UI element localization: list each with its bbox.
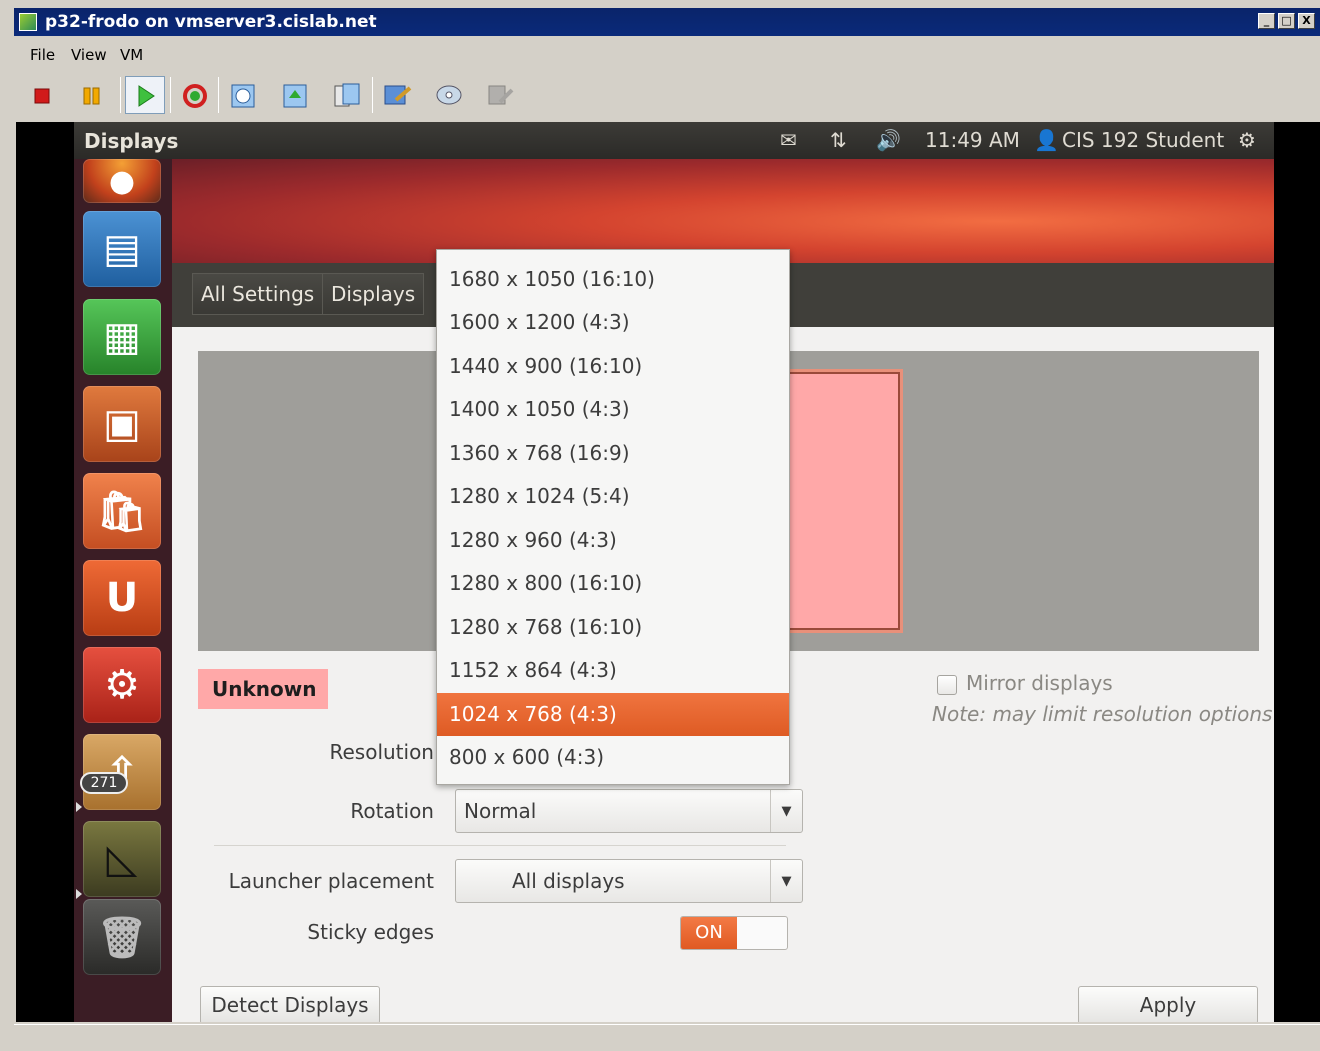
minimize-button[interactable]: _ xyxy=(1258,13,1275,29)
revert-snapshot-icon[interactable] xyxy=(280,80,310,110)
window-title: p32-frodo on vmserver3.cislab.net xyxy=(45,12,377,32)
launcher-writer[interactable]: ▤ xyxy=(83,211,161,287)
document-icon: ▤ xyxy=(103,226,141,272)
ubuntu-one-icon: U xyxy=(105,575,139,621)
displays-breadcrumb[interactable]: Displays xyxy=(322,273,425,315)
resolution-option[interactable]: 1280 x 1024 (5:4) xyxy=(437,475,789,518)
launcher-firefox[interactable]: ● xyxy=(83,159,161,203)
floppy-icon[interactable] xyxy=(484,80,514,110)
clock[interactable]: 11:49 AM xyxy=(925,128,1020,152)
resolution-option[interactable]: 1400 x 1050 (4:3) xyxy=(437,388,789,431)
monitor-preview[interactable] xyxy=(788,372,900,630)
toggle-on-label: ON xyxy=(681,917,737,949)
launcher-ubuntu-one[interactable]: U xyxy=(83,560,161,636)
display-name-label: Unknown xyxy=(198,669,328,709)
resolution-option-selected[interactable]: 1024 x 768 (4:3) xyxy=(437,693,789,736)
sticky-edges-toggle[interactable]: ON xyxy=(680,916,788,950)
divider xyxy=(214,845,786,846)
reset-icon[interactable] xyxy=(180,80,210,110)
resolution-label: Resolution xyxy=(329,740,434,764)
launcher-impress[interactable]: ▣ xyxy=(83,386,161,462)
update-count-badge: 271 xyxy=(80,772,128,794)
resolution-option[interactable]: 1360 x 768 (16:9) xyxy=(437,432,789,475)
launcher-system-settings[interactable]: ⚙ xyxy=(83,647,161,723)
stop-icon[interactable] xyxy=(28,80,58,110)
pause-icon[interactable] xyxy=(78,80,108,110)
launcher-placement-label: Launcher placement xyxy=(228,869,434,893)
mirror-displays-checkbox[interactable] xyxy=(937,675,957,695)
presentation-icon: ▣ xyxy=(103,401,141,447)
apply-button[interactable]: Apply xyxy=(1078,986,1258,1022)
mirror-displays-note: Note: may limit resolution options xyxy=(932,702,1273,726)
panel-window-title: Displays xyxy=(84,129,179,153)
resolution-option[interactable]: 800 x 600 (4:3) xyxy=(437,736,789,779)
firefox-icon: ● xyxy=(108,163,136,199)
gear-icon[interactable]: ⚙ xyxy=(1238,128,1256,152)
spreadsheet-icon: ▦ xyxy=(103,314,141,360)
snapshot-icon[interactable] xyxy=(228,80,258,110)
launcher-calc[interactable]: ▦ xyxy=(83,299,161,375)
running-indicator xyxy=(76,802,82,812)
launcher-placement-select[interactable]: All displays ▼ xyxy=(455,859,803,903)
resolution-option[interactable]: 1152 x 864 (4:3) xyxy=(437,649,789,692)
settings-wrench-icon: ⚙ xyxy=(104,662,140,708)
window-titlebar: p32-frodo on vmserver3.cislab.net _ □ X xyxy=(14,8,1320,36)
status-bar xyxy=(14,1024,1320,1051)
launcher-placement-value: All displays xyxy=(512,869,625,893)
running-indicator xyxy=(76,889,82,899)
edit-settings-icon[interactable] xyxy=(382,80,412,110)
all-settings-button[interactable]: All Settings xyxy=(192,273,324,315)
menubar: File View VM xyxy=(14,40,1320,70)
mail-icon[interactable]: ✉ xyxy=(780,128,797,152)
network-icon[interactable]: ⇅ xyxy=(830,128,847,152)
header-banner xyxy=(172,159,1274,263)
close-button[interactable]: X xyxy=(1298,13,1315,29)
resolution-option[interactable]: 1680 x 1050 (16:10) xyxy=(437,258,789,301)
launcher-trash[interactable]: 🗑 xyxy=(83,899,161,975)
launcher: ● ▤ ▦ ▣ 🛍 U ⚙ ⇧ 271 ◺ 🗑 xyxy=(74,159,172,1022)
mirror-displays-label[interactable]: Mirror displays xyxy=(966,671,1113,695)
detect-displays-button[interactable]: Detect Displays xyxy=(200,986,380,1022)
play-icon[interactable] xyxy=(125,76,165,114)
rotation-label: Rotation xyxy=(350,799,434,823)
menu-vm[interactable]: VM xyxy=(120,46,143,64)
trash-icon: 🗑 xyxy=(96,914,148,961)
menu-view[interactable]: View xyxy=(71,46,107,64)
chevron-down-icon: ▼ xyxy=(770,790,802,832)
top-panel: Displays ✉ ⇅ 🔊 11:49 AM 👤 CIS 192 Studen… xyxy=(74,122,1274,159)
cd-dvd-icon[interactable] xyxy=(434,80,464,110)
rotation-value: Normal xyxy=(464,799,537,823)
resolution-option[interactable]: 1440 x 900 (16:10) xyxy=(437,345,789,388)
user-name[interactable]: CIS 192 Student xyxy=(1062,128,1224,152)
snapshot-manager-icon[interactable] xyxy=(332,80,362,110)
vmware-console-icon xyxy=(19,13,37,31)
resolution-option[interactable]: 1280 x 768 (16:10) xyxy=(437,606,789,649)
rotation-select[interactable]: Normal ▼ xyxy=(455,789,803,833)
shopping-bag-icon: 🛍 xyxy=(96,488,148,535)
maximize-button[interactable]: □ xyxy=(1278,13,1295,29)
menu-file[interactable]: File xyxy=(30,46,55,64)
launcher-software-center[interactable]: 🛍 xyxy=(83,473,161,549)
chevron-down-icon: ▼ xyxy=(770,860,802,902)
resolution-option[interactable]: 1280 x 960 (4:3) xyxy=(437,519,789,562)
toolbar xyxy=(14,72,1320,118)
resolution-option[interactable]: 1600 x 1200 (4:3) xyxy=(437,301,789,344)
resolution-option[interactable]: 1280 x 800 (16:10) xyxy=(437,562,789,605)
launcher-workspaces[interactable]: ◺ xyxy=(83,821,161,897)
sticky-edges-label: Sticky edges xyxy=(307,920,434,944)
user-icon[interactable]: 👤 xyxy=(1034,128,1059,152)
resolution-dropdown-list: 1680 x 1050 (16:10) 1600 x 1200 (4:3) 14… xyxy=(436,249,790,785)
workspace-switcher-icon: ◺ xyxy=(106,836,138,882)
volume-icon[interactable]: 🔊 xyxy=(876,128,901,152)
